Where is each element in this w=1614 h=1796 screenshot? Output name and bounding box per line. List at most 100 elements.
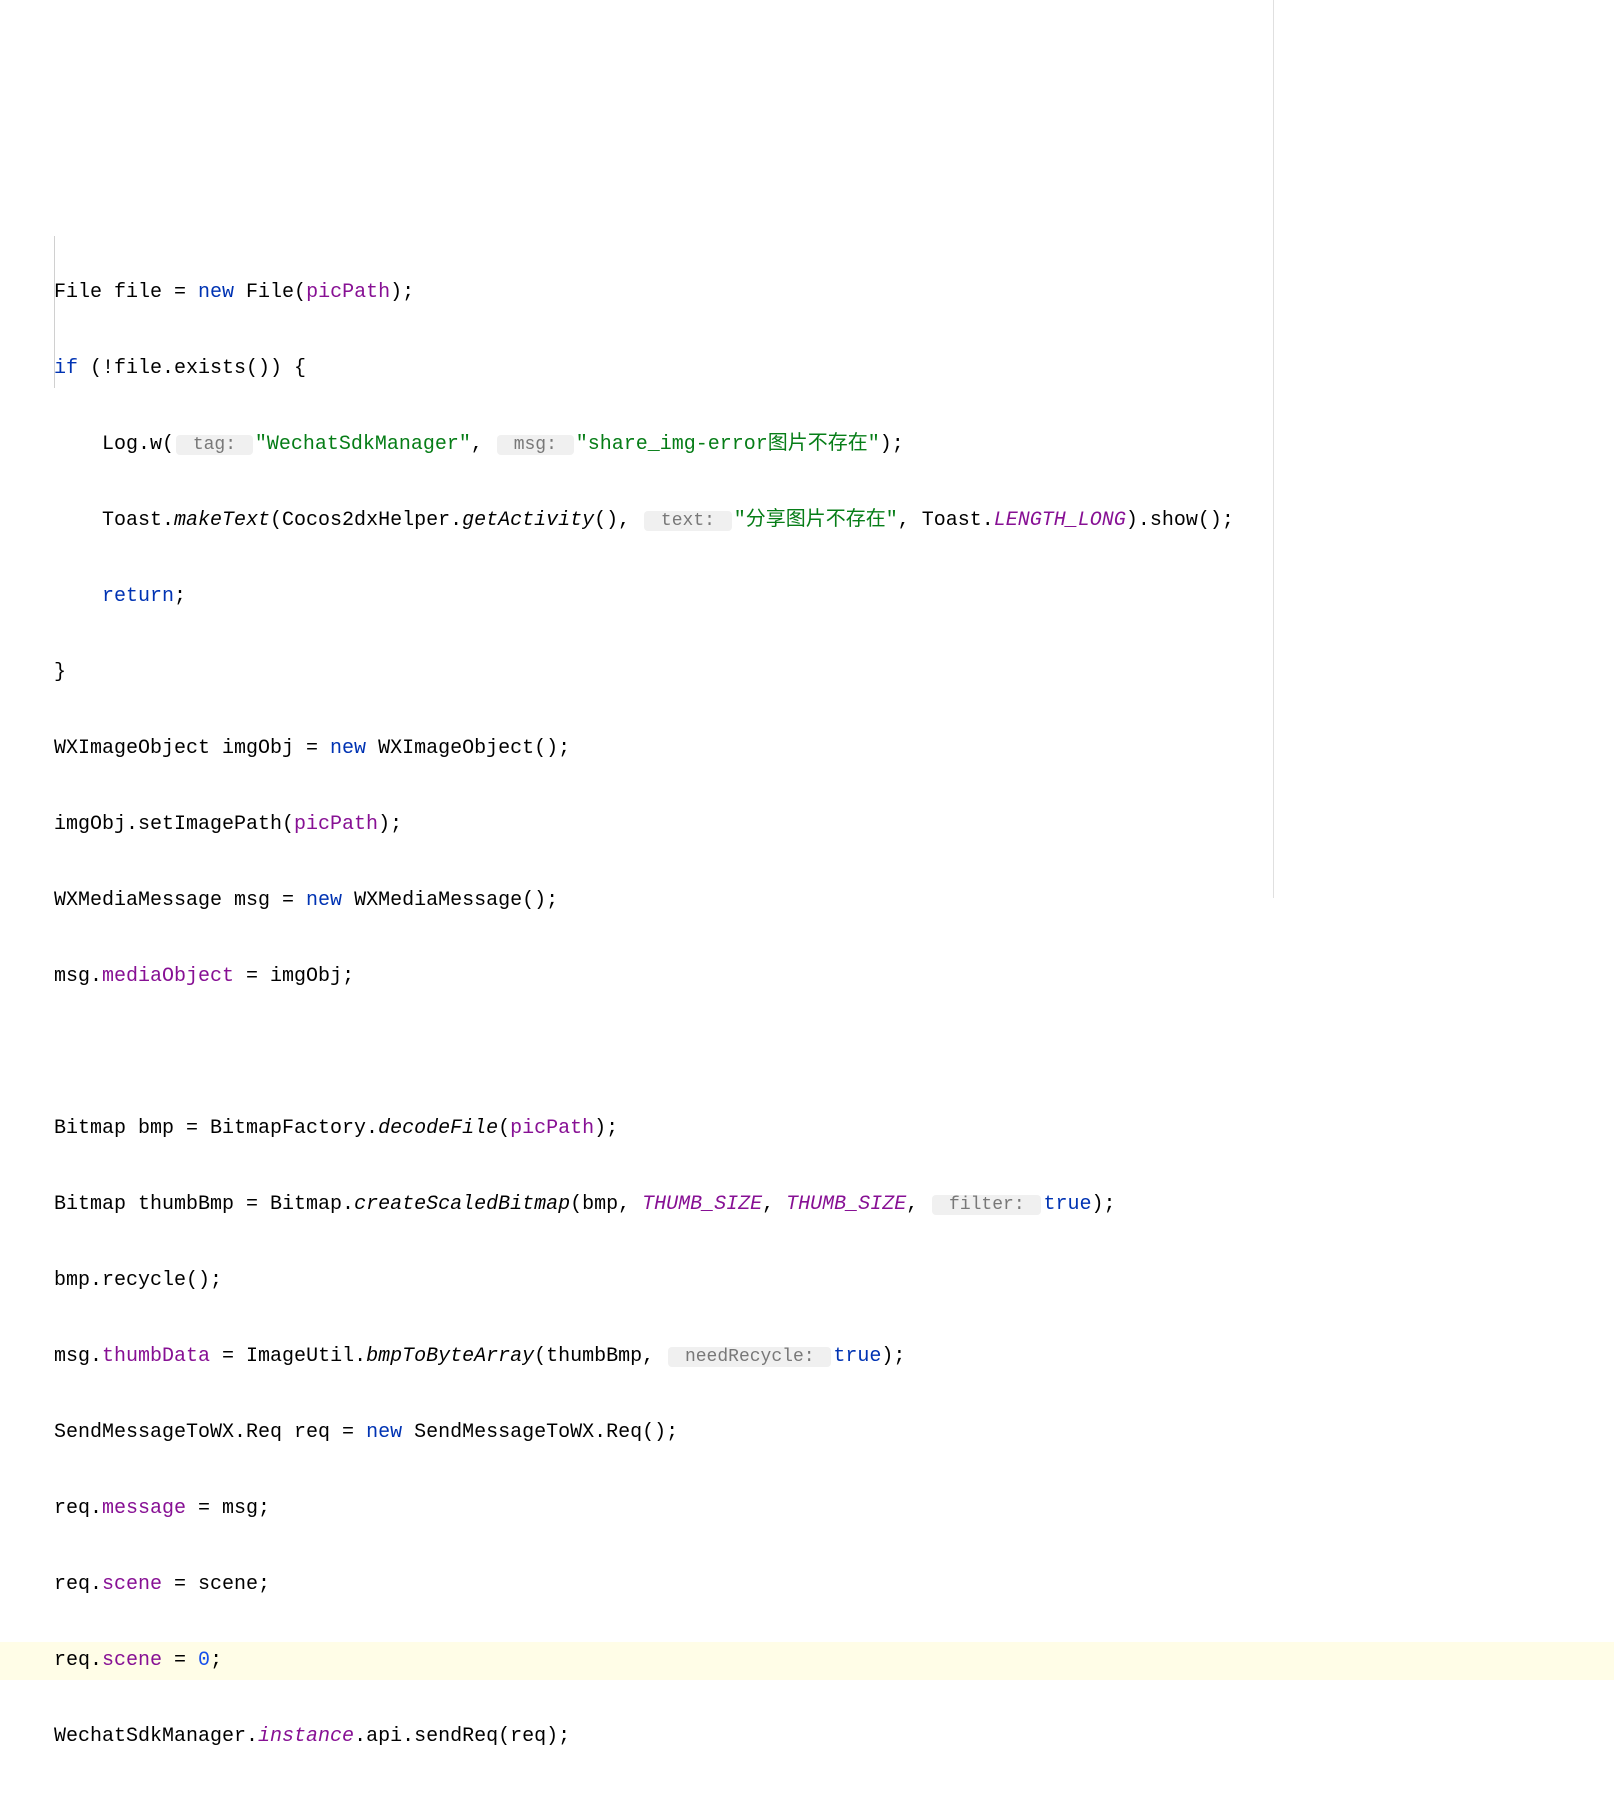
code-text: req. [54,1649,102,1672]
code-line-highlighted[interactable]: req.scene = 0; [0,1642,1614,1680]
string-literal: "share_img-error图片不存在" [576,433,880,456]
code-text: (), [594,509,642,532]
code-line[interactable]: WechatSdkManager.instance.api.sendReq(re… [0,1718,1614,1756]
code-text: = imgObj; [234,965,354,988]
code-line[interactable]: WXMediaMessage msg = new WXMediaMessage(… [0,882,1614,920]
code-text: , [762,1193,786,1216]
code-text: = msg; [186,1497,270,1520]
code-text: (Cocos2dxHelper. [270,509,462,532]
code-text: SendMessageToWX.Req req = [54,1421,366,1444]
code-text: File file = [54,281,198,304]
code-text: ( [498,1117,510,1140]
code-line[interactable]: imgObj.setImagePath(picPath); [0,806,1614,844]
code-text: Bitmap bmp = BitmapFactory. [54,1117,378,1140]
keyword-if: if [54,357,78,380]
static-field: LENGTH_LONG [994,509,1126,532]
field-scene: scene [102,1649,162,1672]
code-text: ); [1091,1193,1115,1216]
static-method: createScaledBitmap [354,1193,570,1216]
code-text: WXMediaMessage(); [342,889,558,912]
code-text: msg. [54,965,102,988]
code-text: , Toast. [898,509,994,532]
code-text: } [54,661,66,684]
code-text: ); [390,281,414,304]
code-text [54,585,102,608]
keyword-new: new [198,281,234,304]
code-text: imgObj.setImagePath( [54,813,294,836]
code-line[interactable]: Bitmap thumbBmp = Bitmap.createScaledBit… [0,1186,1614,1224]
code-line[interactable]: return; [0,578,1614,616]
code-text: Bitmap thumbBmp = Bitmap. [54,1193,354,1216]
code-text: msg. [54,1345,102,1368]
code-line[interactable]: Bitmap bmp = BitmapFactory.decodeFile(pi… [0,1110,1614,1148]
static-field: THUMB_SIZE [642,1193,762,1216]
code-line[interactable]: if (!file.exists()) { [0,350,1614,388]
code-text: (thumbBmp, [534,1345,666,1368]
code-text: (bmp, [570,1193,642,1216]
code-text: ); [378,813,402,836]
code-line[interactable]: Log.w( tag: "WechatSdkManager", msg: "sh… [0,426,1614,464]
keyword-true: true [833,1345,881,1368]
code-line[interactable]: WXImageObject imgObj = new WXImageObject… [0,730,1614,768]
field-message: message [102,1497,186,1520]
code-text: , [471,433,495,456]
string-literal: "分享图片不存在" [734,509,898,532]
code-text: Log.w( [54,433,174,456]
field-mediaObject: mediaObject [102,965,234,988]
param-hint-filter: filter: [932,1195,1041,1215]
code-text: ; [174,585,186,608]
param-hint-text: text: [644,511,732,531]
keyword-true: true [1043,1193,1091,1216]
static-method: makeText [174,509,270,532]
field-picPath: picPath [306,281,390,304]
code-text: ).show(); [1126,509,1234,532]
keyword-new: new [330,737,366,760]
code-editor[interactable]: File file = new File(picPath); if (!file… [0,160,1614,1794]
code-text: req. [54,1497,102,1520]
code-text: (!file.exists()) { [78,357,306,380]
code-line[interactable]: } [0,654,1614,692]
static-method: decodeFile [378,1117,498,1140]
code-line[interactable] [0,1034,1614,1072]
code-text: SendMessageToWX.Req(); [402,1421,678,1444]
static-field-instance: instance [258,1725,354,1748]
code-line[interactable]: SendMessageToWX.Req req = new SendMessag… [0,1414,1614,1452]
code-text: .api.sendReq(req); [354,1725,570,1748]
code-line[interactable]: req.message = msg; [0,1490,1614,1528]
code-text: ); [881,1345,905,1368]
field-picPath: picPath [510,1117,594,1140]
number-literal: 0 [198,1649,210,1672]
keyword-new: new [306,889,342,912]
keyword-return: return [102,585,174,608]
code-line[interactable]: req.scene = scene; [0,1566,1614,1604]
code-text: WechatSdkManager. [54,1725,258,1748]
code-text: WXMediaMessage msg = [54,889,306,912]
code-text: = [162,1649,198,1672]
code-text: ; [210,1649,222,1672]
code-text: ); [880,433,904,456]
code-text: = ImageUtil. [210,1345,366,1368]
code-text: File( [234,281,306,304]
code-text: WXImageObject imgObj = [54,737,330,760]
field-picPath: picPath [294,813,378,836]
field-scene: scene [102,1573,162,1596]
code-line[interactable]: File file = new File(picPath); [0,274,1614,312]
code-text: bmp.recycle(); [54,1269,222,1292]
code-line[interactable]: msg.mediaObject = imgObj; [0,958,1614,996]
code-text: = scene; [162,1573,270,1596]
code-line[interactable]: bmp.recycle(); [0,1262,1614,1300]
code-line[interactable]: msg.thumbData = ImageUtil.bmpToByteArray… [0,1338,1614,1376]
param-hint-msg: msg: [497,435,574,455]
code-text: req. [54,1573,102,1596]
keyword-new: new [366,1421,402,1444]
code-line[interactable]: Toast.makeText(Cocos2dxHelper.getActivit… [0,502,1614,540]
static-method: bmpToByteArray [366,1345,534,1368]
param-hint-tag: tag: [176,435,253,455]
static-method: getActivity [462,509,594,532]
param-hint-needRecycle: needRecycle: [668,1347,831,1367]
static-field: THUMB_SIZE [786,1193,906,1216]
code-text: WXImageObject(); [366,737,570,760]
field-thumbData: thumbData [102,1345,210,1368]
code-text: , [906,1193,930,1216]
string-literal: "WechatSdkManager" [255,433,471,456]
